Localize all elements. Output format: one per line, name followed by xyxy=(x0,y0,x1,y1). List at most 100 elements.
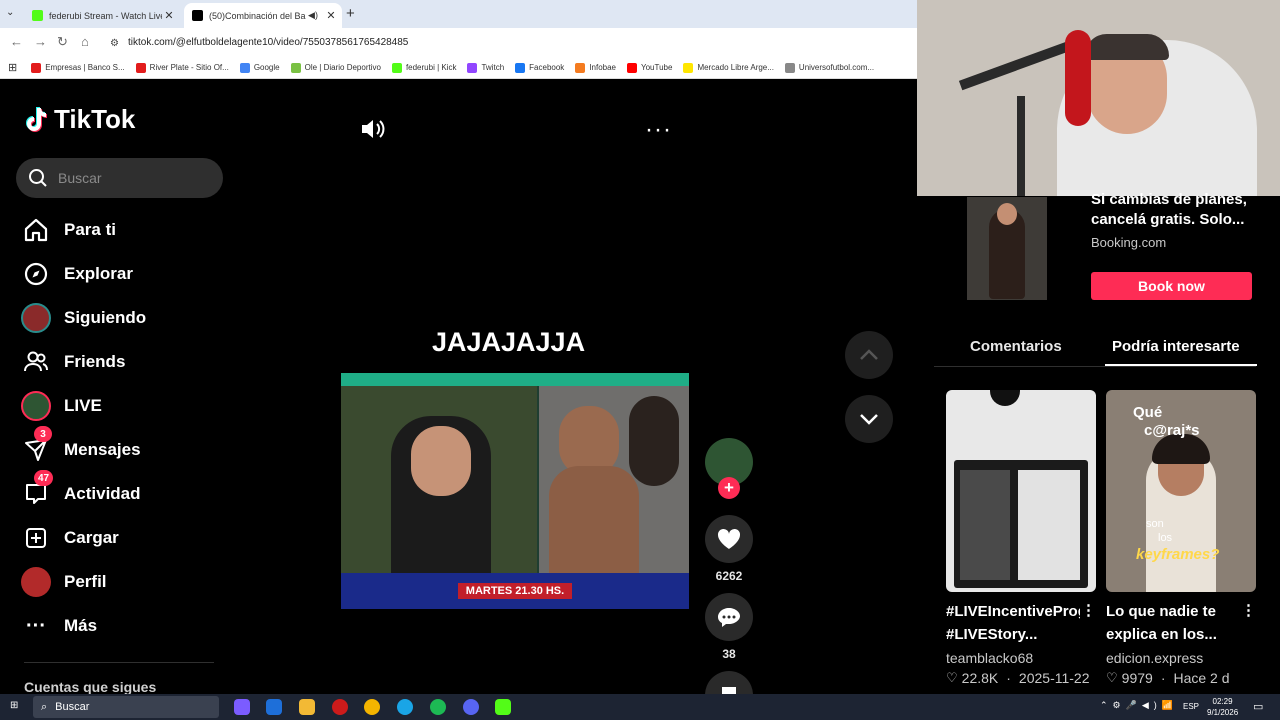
thumb-text-5: keyframes? xyxy=(1136,546,1220,563)
nav-item-cargar[interactable]: Cargar xyxy=(20,521,119,555)
nav-item-actividad[interactable]: 47 Actividad xyxy=(20,470,141,511)
reload-icon[interactable]: ↻ xyxy=(57,34,68,50)
outlook-icon[interactable] xyxy=(266,699,282,715)
tab-search-icon[interactable]: ⌄ xyxy=(6,7,14,18)
bookmark-item[interactable]: Ole | Diario Deportivo xyxy=(290,62,381,73)
nav-item-friends[interactable]: Friends xyxy=(20,345,125,379)
follow-button[interactable]: + xyxy=(718,477,740,499)
video-thumbnail[interactable] xyxy=(946,390,1096,592)
chrome-icon[interactable] xyxy=(364,699,380,715)
windows-start-icon[interactable]: ⊞ xyxy=(10,700,18,711)
comment-count: 38 xyxy=(722,647,736,661)
back-icon[interactable]: ← xyxy=(10,34,23,49)
bookmark-item[interactable]: federubi | Kick xyxy=(391,62,456,73)
bookmark-item[interactable]: River Plate - Sitio Of... xyxy=(135,62,229,73)
windows-taskbar: ⊞ ⌕ Buscar ⌃⚙🎤◀)📶 ESP 02:29 9/1/2026 ▭ xyxy=(0,694,1280,720)
bookmark-item[interactable]: Infobae xyxy=(575,62,616,73)
more-options-icon[interactable]: ··· xyxy=(645,116,672,144)
bookmark-item[interactable]: Facebook xyxy=(515,62,565,73)
bookmark-item[interactable]: Universofutbol.com... xyxy=(784,62,875,73)
speaker-icon[interactable]: ◀) xyxy=(306,10,320,21)
suggested-video-card[interactable]: Qué c@raj*s son los keyframes? Lo que na… xyxy=(1106,390,1256,686)
card-author[interactable]: teamblacko68 xyxy=(946,650,1096,666)
thumb-text-1: Qué xyxy=(1133,404,1163,421)
taskbar-search-label: Buscar xyxy=(55,701,90,713)
kick-favicon-icon xyxy=(32,10,43,21)
bookmark-label: Facebook xyxy=(529,63,565,72)
bookmark-item[interactable]: Empresas | Banco S... xyxy=(31,62,125,73)
like-button[interactable]: 6262 xyxy=(705,515,753,583)
nav-item-siguiendo[interactable]: Siguiendo xyxy=(20,301,146,335)
book-now-button[interactable]: Book now xyxy=(1091,272,1252,300)
suggested-video-card[interactable]: #LIVEIncentiveProgram #LIVEStory... ⋮ te… xyxy=(946,390,1096,686)
file-explorer-icon[interactable] xyxy=(299,699,315,715)
river-plate-app-icon[interactable] xyxy=(332,699,348,715)
profile-avatar xyxy=(20,566,52,598)
new-tab-button[interactable]: + xyxy=(346,5,355,22)
video-thumbnail[interactable]: Qué c@raj*s son los keyframes? xyxy=(1106,390,1256,592)
edge-icon[interactable] xyxy=(397,699,413,715)
volume-icon[interactable] xyxy=(360,118,386,140)
bookmark-item[interactable]: YouTube xyxy=(627,62,673,73)
browser-toolbar: ← → ↻ ⌂ ⚙ tiktok.com/@elfutboldelagente1… xyxy=(0,28,917,57)
card-more-icon[interactable]: ⋮ xyxy=(1241,601,1256,619)
taskbar-search[interactable]: ⌕ Buscar xyxy=(33,696,219,718)
browser-tab-tiktok[interactable]: (50)Combinación del Barcel ◀) ✕ xyxy=(184,3,342,28)
card-more-icon[interactable]: ⋮ xyxy=(1081,601,1096,619)
nav-label: Siguiendo xyxy=(64,308,147,327)
nav-label: Actividad xyxy=(64,484,141,503)
spotify-icon[interactable] xyxy=(430,699,446,715)
card-title[interactable]: #LIVEIncentiveProgram #LIVEStory... xyxy=(946,600,1080,646)
save-button[interactable] xyxy=(705,671,753,694)
logo-text: TikTok xyxy=(54,104,136,134)
address-bar[interactable]: ⚙ tiktok.com/@elfutboldelagente10/video/… xyxy=(104,32,914,53)
nav-item-live[interactable]: LIVE xyxy=(20,389,102,423)
scroll-down-button[interactable] xyxy=(845,395,893,443)
card-author[interactable]: edicion.express xyxy=(1106,650,1256,666)
scroll-up-button[interactable] xyxy=(845,331,893,379)
notifications-icon[interactable]: ▭ xyxy=(1253,700,1263,713)
discord-icon[interactable] xyxy=(463,699,479,715)
comment-button[interactable]: 38 xyxy=(705,593,753,661)
nav-item-perfil[interactable]: Perfil xyxy=(20,565,107,599)
bookmark-label: YouTube xyxy=(641,63,673,72)
bookmark-favicon-icon xyxy=(467,62,478,73)
card-meta: ♡ 22.8K · 2025-11-22 xyxy=(946,670,1090,686)
nav-item-mas[interactable]: ··· Más xyxy=(20,609,97,643)
bookmark-item[interactable]: Mercado Libre Arge... xyxy=(683,62,774,73)
forward-icon[interactable]: → xyxy=(34,34,47,49)
bookmark-item[interactable]: Twitch xyxy=(467,62,504,73)
ad-image[interactable] xyxy=(967,197,1047,300)
system-tray-icons[interactable]: ⌃⚙🎤◀)📶 xyxy=(1100,700,1178,711)
nav-label: LIVE xyxy=(64,396,102,415)
taskbar-clock[interactable]: 02:29 9/1/2026 xyxy=(1207,696,1238,718)
language-indicator[interactable]: ESP xyxy=(1183,702,1199,711)
bookmark-label: Google xyxy=(253,63,280,72)
activity-badge: 47 xyxy=(34,470,54,486)
close-icon[interactable]: ✕ xyxy=(324,9,338,22)
search-box[interactable] xyxy=(16,158,223,198)
tiktok-page: TikTok Para ti Explorar Sig xyxy=(0,80,917,694)
site-settings-icon[interactable]: ⚙ xyxy=(110,38,120,49)
close-icon[interactable]: ✕ xyxy=(162,9,176,22)
card-title[interactable]: Lo que nadie te explica en los... xyxy=(1106,600,1240,646)
browser-tab-federubi[interactable]: federubi Stream - Watch Live o ✕ xyxy=(24,3,180,28)
tiktok-favicon-icon xyxy=(192,10,203,21)
tab-podria-interesarte[interactable]: Podría interesarte xyxy=(1112,338,1240,355)
tiktok-logo[interactable]: TikTok xyxy=(24,104,135,135)
bookmark-label: Universofutbol.com... xyxy=(798,63,875,72)
apps-grid-icon[interactable]: ⊞ xyxy=(8,61,17,74)
tab-comentarios[interactable]: Comentarios xyxy=(970,338,1062,355)
video-player[interactable]: MARTES 21.30 HS. xyxy=(341,373,689,609)
nav-item-mensajes[interactable]: 3 Mensajes xyxy=(20,426,141,467)
bookmark-item[interactable]: Google xyxy=(239,62,280,73)
heart-outline-icon: ♡ xyxy=(1106,670,1118,685)
kick-icon[interactable] xyxy=(495,699,511,715)
nav-item-para-ti[interactable]: Para ti xyxy=(20,213,116,247)
home-icon[interactable]: ⌂ xyxy=(81,34,89,49)
nav-label: Friends xyxy=(64,352,126,371)
nav-item-explorar[interactable]: Explorar xyxy=(20,257,133,291)
more-icon: ··· xyxy=(26,614,46,637)
search-input[interactable] xyxy=(58,170,208,186)
copilot-icon[interactable] xyxy=(234,699,250,715)
